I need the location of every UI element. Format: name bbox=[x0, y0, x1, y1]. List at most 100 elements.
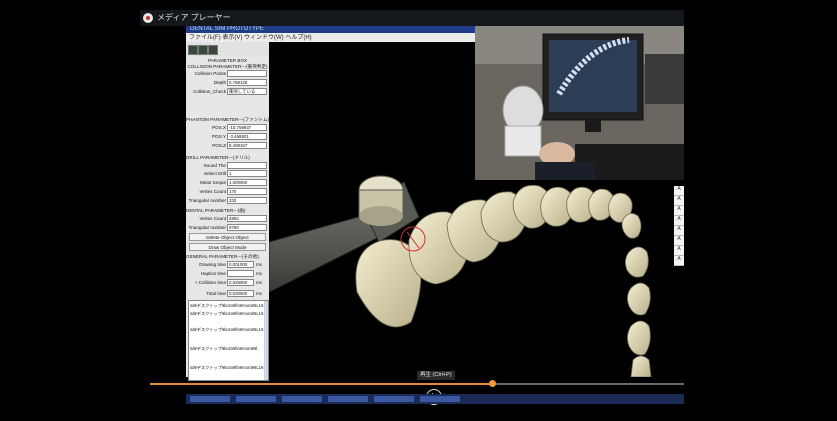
unit: ms bbox=[256, 280, 262, 285]
windows-taskbar bbox=[186, 394, 684, 404]
value: 1 bbox=[227, 170, 267, 177]
drill-triangles-row: Triangular number 333 bbox=[186, 197, 269, 205]
seek-handle[interactable] bbox=[488, 380, 496, 387]
delete-object-button[interactable]: Delete Object Object bbox=[189, 233, 266, 241]
label: Collision_Check bbox=[193, 89, 226, 94]
value: 1.000000 bbox=[227, 179, 267, 186]
log-line: sd¥デスクトップ¥kozo¥fin¥moro¥6l bbox=[190, 346, 258, 351]
dental-triangles-row: Triangular number 9780 bbox=[186, 224, 269, 232]
label: Triangular number bbox=[188, 225, 226, 230]
unit: ms bbox=[256, 271, 262, 276]
value bbox=[227, 270, 254, 277]
vtool-button[interactable]: A bbox=[674, 256, 684, 266]
label: Total time bbox=[206, 291, 226, 296]
value: 170 bbox=[227, 188, 267, 195]
value: -10.759937 bbox=[227, 124, 267, 131]
taskbar-item[interactable] bbox=[374, 396, 414, 402]
sound-row: Sound The bbox=[186, 162, 269, 170]
value: 9780 bbox=[227, 224, 267, 231]
drill-header: DRILL PARAMETER---(ドリル) bbox=[186, 155, 250, 160]
unit: ms bbox=[256, 291, 262, 296]
seek-progress bbox=[150, 383, 492, 385]
haptics-time-row: Haptics time ms bbox=[186, 270, 269, 278]
toolbar-tool-icon bbox=[188, 45, 198, 55]
select-drill-row: Select Drill 1 bbox=[186, 170, 269, 178]
pos-z-row: POS.Z 8.408157 bbox=[186, 142, 269, 150]
vtool-button[interactable]: A bbox=[674, 226, 684, 236]
value: 8.408157 bbox=[227, 142, 267, 149]
total-time-row: Total time 0.030000 ms bbox=[186, 290, 269, 298]
value: 333 bbox=[227, 197, 267, 204]
play-tooltip: 再生 (Ctrl+P) bbox=[417, 371, 455, 380]
value: 4892 bbox=[227, 215, 267, 222]
value: 0.030000 bbox=[227, 290, 254, 297]
general-header: GENERAL PARAMETER---(その他) bbox=[186, 254, 259, 259]
vtool-button[interactable]: A bbox=[674, 216, 684, 226]
label: POS.Z bbox=[212, 143, 226, 148]
parameter-panel: PARAMETER BOX COLLISION PARAMETER---(衝突判… bbox=[186, 57, 270, 381]
label: Vertex Count bbox=[199, 189, 226, 194]
label: + Collision time bbox=[194, 280, 226, 285]
taskbar-item[interactable] bbox=[236, 396, 276, 402]
value bbox=[227, 70, 267, 77]
collision-time-row: + Collision time 0.029000 ms bbox=[186, 279, 269, 287]
label: Motor torque bbox=[199, 180, 226, 185]
player-title-bar: メディア プレーヤー bbox=[140, 10, 684, 26]
dental-header: DENTAL PARAMETER---(歯) bbox=[186, 208, 246, 213]
collision-points-row: Collision Points bbox=[186, 70, 269, 78]
log-line: sd¥デスクトップ¥kozo¥fin¥moro¥6L1¥ bbox=[190, 303, 264, 308]
vertical-toolbar: A A A A A A A A bbox=[674, 186, 684, 266]
camera-inset bbox=[475, 26, 684, 180]
taskbar-item[interactable] bbox=[420, 396, 460, 402]
log-list[interactable]: sd¥デスクトップ¥kozo¥fin¥moro¥6L1¥ sd¥デスクトップ¥k… bbox=[188, 300, 269, 381]
seek-bar[interactable] bbox=[150, 380, 684, 387]
taskbar-item[interactable] bbox=[282, 396, 322, 402]
drawing-time-row: Drawing time 0.001000 ms bbox=[186, 261, 269, 269]
player-title: メディア プレーヤー bbox=[157, 13, 231, 22]
vtool-button[interactable]: A bbox=[674, 196, 684, 206]
vtool-button[interactable]: A bbox=[674, 236, 684, 246]
parameter-box-title: PARAMETER BOX bbox=[207, 58, 248, 63]
unit: ms bbox=[256, 262, 262, 267]
label: POS.X bbox=[211, 125, 226, 130]
label: Drawing time bbox=[199, 262, 226, 267]
value: 衝突している bbox=[227, 88, 267, 95]
pos-x-row: POS.X -10.759937 bbox=[186, 124, 269, 132]
label: Depth bbox=[213, 80, 226, 85]
pos-y-row: POS.Y -3.468801 bbox=[186, 133, 269, 141]
media-player: メディア プレーヤー DENTAL SIM PROTOTYPE ファイル(F) … bbox=[140, 10, 684, 405]
toolbar-save-icon bbox=[208, 45, 218, 55]
vtool-button[interactable]: A bbox=[674, 206, 684, 216]
draw-object-mode-button[interactable]: Draw Object Mode bbox=[189, 243, 266, 251]
value: 0.001000 bbox=[227, 261, 254, 268]
player-logo-icon bbox=[143, 13, 153, 23]
app-toolbar bbox=[186, 42, 269, 58]
toolbar-save-icon bbox=[198, 45, 208, 55]
label: Triangular number bbox=[188, 198, 226, 203]
log-scrollbar[interactable] bbox=[264, 301, 268, 380]
label: POS.Y bbox=[211, 134, 226, 139]
label: Vertex Count bbox=[199, 216, 226, 221]
dental-vertex-row: Vertex Count 4892 bbox=[186, 215, 269, 223]
value: 0.029000 bbox=[227, 279, 254, 286]
value: 0.768126 bbox=[227, 79, 267, 86]
label: Collision Points bbox=[194, 71, 226, 76]
vtool-button[interactable]: A bbox=[674, 186, 684, 196]
video-frame[interactable]: DENTAL SIM PROTOTYPE ファイル(F) 表示(V) ウィンドウ… bbox=[140, 26, 684, 405]
phantom-header: PHANTOM PARAMETER---(ファントム) bbox=[186, 117, 270, 122]
vtool-button[interactable]: A bbox=[674, 246, 684, 256]
log-line: sd¥デスクトップ¥kozo¥fin¥moro¥6L1¥ bbox=[190, 365, 264, 370]
value bbox=[227, 162, 267, 169]
label: Select Drill bbox=[204, 171, 226, 176]
motor-torque-row: Motor torque 1.000000 bbox=[186, 179, 269, 187]
depth-row: Depth 0.768126 bbox=[186, 79, 269, 87]
log-line: sd¥デスクトップ¥kozo¥fin¥moro¥6L1¥ bbox=[190, 327, 264, 332]
label: Haptics time bbox=[200, 271, 226, 276]
value: -3.468801 bbox=[227, 133, 267, 140]
collision-check-row: Collision_Check 衝突している bbox=[186, 88, 269, 96]
taskbar-item[interactable] bbox=[328, 396, 368, 402]
label: Sound The bbox=[203, 163, 226, 168]
drill-vertex-row: Vertex Count 170 bbox=[186, 188, 269, 196]
log-line: sd¥デスクトップ¥kozo¥fin¥moro¥6L1¥ bbox=[190, 311, 264, 316]
taskbar-item[interactable] bbox=[190, 396, 230, 402]
